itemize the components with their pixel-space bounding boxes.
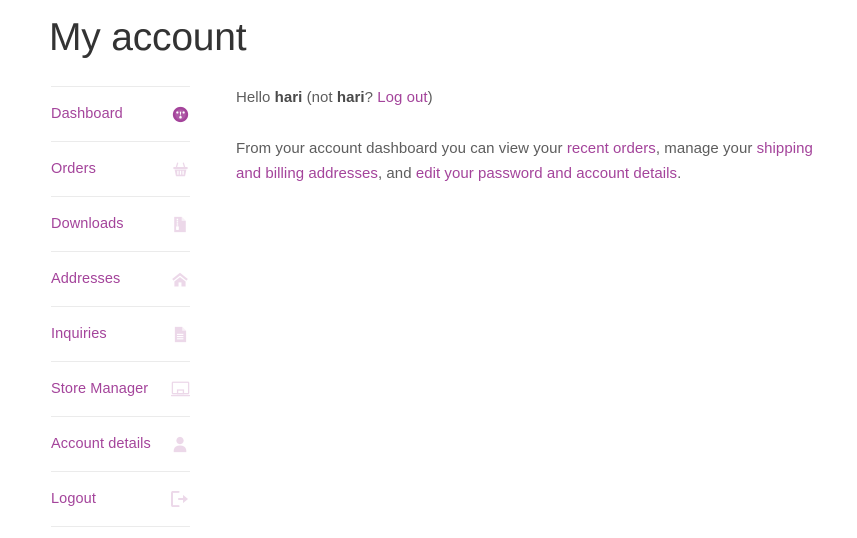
page-title: My account	[49, 16, 247, 59]
sidebar-item-logout[interactable]: Logout	[51, 472, 190, 527]
sidebar-item-label: Inquiries	[51, 326, 107, 342]
account-content: Hello hari (not hari? Log out) From your…	[236, 86, 840, 186]
dashboard-gauge-icon	[170, 104, 190, 124]
account-navigation: Dashboard Orders Downloads Addresses Inq…	[51, 86, 190, 527]
sidebar-item-account-details[interactable]: Account details	[51, 417, 190, 472]
user-icon	[170, 434, 190, 454]
sidebar-item-label: Account details	[51, 436, 151, 452]
greeting-not-prefix: (not	[302, 89, 337, 106]
greeting-username: hari	[274, 89, 303, 106]
sidebar-item-label: Orders	[51, 161, 96, 177]
log-out-link[interactable]: Log out	[377, 89, 427, 106]
sidebar-item-addresses[interactable]: Addresses	[51, 252, 190, 307]
description-part-3: , and	[377, 165, 416, 182]
sidebar-item-label: Addresses	[51, 271, 121, 287]
sidebar-item-downloads[interactable]: Downloads	[51, 197, 190, 252]
sidebar-item-inquiries[interactable]: Inquiries	[51, 307, 190, 362]
description-part-2: , manage your	[655, 140, 757, 157]
shopping-basket-icon	[170, 159, 190, 179]
sidebar-item-dashboard[interactable]: Dashboard	[51, 86, 190, 142]
document-icon	[170, 324, 190, 344]
greeting-question: ?	[364, 89, 378, 106]
greeting-not-username: hari	[336, 89, 365, 106]
sidebar-item-label: Dashboard	[51, 106, 123, 122]
recent-orders-link[interactable]: recent orders	[567, 140, 656, 157]
sidebar-item-label: Downloads	[51, 216, 124, 232]
sidebar-item-label: Logout	[51, 491, 96, 507]
my-account-page: My account Dashboard Orders Downloads Ad…	[0, 0, 857, 538]
monitor-icon	[170, 379, 190, 399]
download-file-icon	[170, 214, 190, 234]
sidebar-item-store-manager[interactable]: Store Manager	[51, 362, 190, 417]
sidebar-item-label: Store Manager	[51, 381, 149, 397]
greeting-suffix: )	[427, 89, 433, 106]
greeting-text: Hello hari (not hari? Log out)	[236, 86, 840, 110]
edit-account-details-link[interactable]: edit your password and account details	[416, 165, 677, 182]
greeting-hello-prefix: Hello	[236, 89, 275, 106]
description-part-4: .	[677, 165, 682, 182]
home-icon	[170, 269, 190, 289]
description-text: From your account dashboard you can view…	[236, 136, 840, 186]
description-part-1: From your account dashboard you can view…	[236, 140, 567, 157]
sign-out-icon	[170, 489, 190, 509]
sidebar-item-orders[interactable]: Orders	[51, 142, 190, 197]
